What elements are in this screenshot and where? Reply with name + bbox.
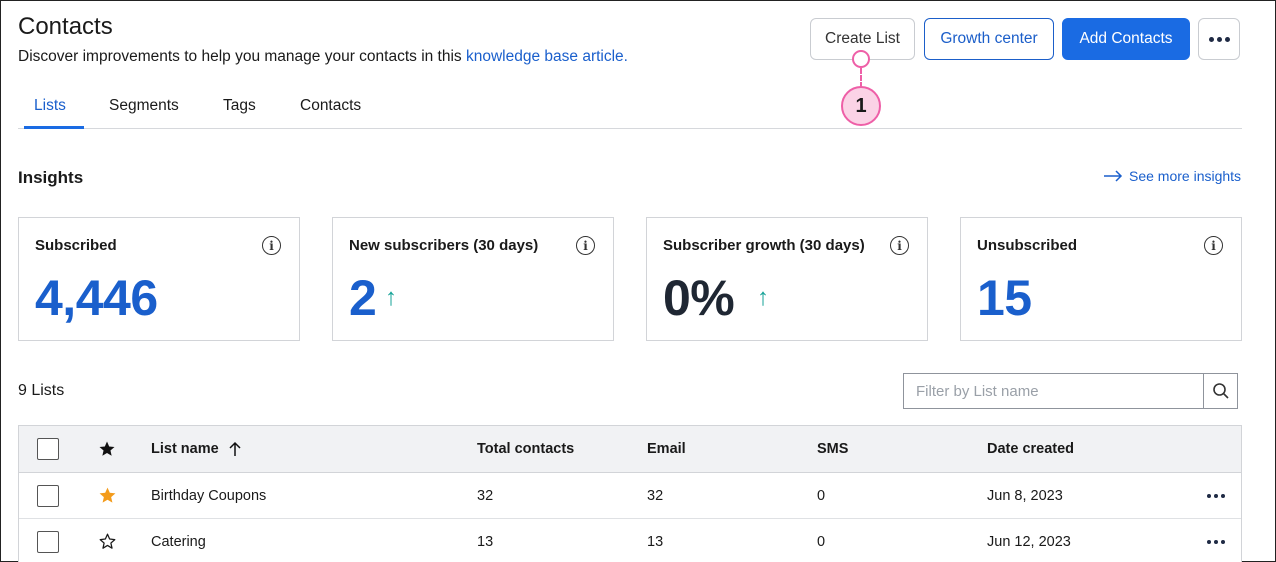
- more-actions-button[interactable]: [1198, 18, 1240, 60]
- search-icon: [1212, 383, 1229, 399]
- list-name[interactable]: Catering: [151, 519, 206, 562]
- table-row[interactable]: Birthday Coupons 32 32 0 Jun 8, 2023: [19, 473, 1241, 519]
- row-checkbox[interactable]: [37, 530, 59, 553]
- insight-value: 0%: [663, 270, 735, 326]
- column-list-name-label: List name: [151, 441, 219, 457]
- table-row[interactable]: Catering 13 13 0 Jun 12, 2023: [19, 519, 1241, 562]
- column-total-contacts[interactable]: Total contacts: [477, 426, 574, 472]
- tab-bar: Lists Segments Tags Contacts: [18, 85, 1242, 129]
- more-horizontal-icon: [1208, 36, 1230, 42]
- insights-title: Insights: [18, 168, 84, 187]
- star-outline-icon: [99, 533, 116, 549]
- arrow-right-icon: [1104, 170, 1123, 182]
- sort-ascending-icon: [229, 441, 241, 456]
- row-select-cell: [37, 473, 59, 518]
- add-contacts-button[interactable]: Add Contacts: [1062, 18, 1190, 60]
- insight-value: 4,446: [35, 270, 158, 326]
- star-filled-icon: [99, 441, 115, 456]
- select-all-cell: [37, 426, 59, 472]
- list-count: 9 Lists: [18, 382, 65, 399]
- favorite-column[interactable]: [98, 426, 116, 472]
- tab-tags[interactable]: Tags: [223, 97, 256, 115]
- select-all-checkbox[interactable]: [37, 438, 59, 460]
- row-actions-button[interactable]: [1207, 519, 1225, 562]
- info-icon[interactable]: i: [262, 236, 281, 255]
- info-icon[interactable]: i: [576, 236, 595, 255]
- email-count: 13: [647, 533, 664, 550]
- total-contacts: 13: [477, 533, 494, 550]
- insight-label: Subscriber growth (30 days): [663, 237, 865, 254]
- insight-label: Subscribed: [35, 237, 117, 254]
- row-actions-button[interactable]: [1207, 473, 1225, 518]
- list-filter: [903, 373, 1238, 409]
- see-more-insights-link[interactable]: See more insights: [1103, 168, 1241, 184]
- tab-segments[interactable]: Segments: [109, 97, 179, 115]
- column-sms[interactable]: SMS: [817, 426, 848, 472]
- subtitle-text: Discover improvements to help you manage…: [18, 48, 466, 65]
- insight-card-unsubscribed: Unsubscribed i 15: [960, 217, 1242, 341]
- date-created: Jun 8, 2023: [987, 487, 1063, 504]
- trend-up-icon: ↑: [757, 284, 769, 311]
- filter-input[interactable]: [904, 374, 1203, 408]
- list-name[interactable]: Birthday Coupons: [151, 473, 266, 518]
- insight-card-subscriber-growth: Subscriber growth (30 days) i 0% ↑: [646, 217, 928, 341]
- more-horizontal-icon: [1207, 539, 1225, 544]
- table-header: List name Total contacts Email SMS Date …: [19, 426, 1241, 473]
- see-more-insights-label: See more insights: [1129, 168, 1242, 184]
- favorite-toggle[interactable]: [98, 473, 117, 518]
- tab-contacts[interactable]: Contacts: [300, 97, 361, 115]
- insight-value: 2: [349, 270, 377, 326]
- date-created: Jun 12, 2023: [987, 533, 1071, 550]
- row-checkbox[interactable]: [37, 484, 59, 507]
- info-icon[interactable]: i: [890, 236, 909, 255]
- insight-label: Unsubscribed: [977, 237, 1078, 254]
- search-button[interactable]: [1203, 374, 1237, 408]
- sms-count: 0: [817, 487, 826, 504]
- column-email[interactable]: Email: [647, 426, 686, 472]
- more-horizontal-icon: [1207, 493, 1225, 498]
- lists-table: List name Total contacts Email SMS Date …: [18, 425, 1242, 562]
- insight-card-new-subscribers: New subscribers (30 days) i 2 ↑: [332, 217, 614, 341]
- growth-center-button[interactable]: Growth center: [924, 18, 1054, 60]
- info-icon[interactable]: i: [1204, 236, 1223, 255]
- email-count: 32: [647, 487, 664, 504]
- row-select-cell: [37, 519, 59, 562]
- app-frame: Contacts Discover improvements to help y…: [0, 0, 1276, 562]
- total-contacts: 32: [477, 487, 494, 504]
- trend-up-icon: ↑: [385, 284, 397, 311]
- callout-marker-ring: [852, 50, 870, 68]
- column-date-created[interactable]: Date created: [987, 426, 1074, 472]
- tab-lists[interactable]: Lists: [34, 97, 66, 115]
- insight-label: New subscribers (30 days): [349, 237, 539, 254]
- favorite-toggle[interactable]: [98, 519, 117, 562]
- page-title: Contacts: [18, 13, 113, 40]
- knowledge-base-link[interactable]: knowledge base article.: [466, 48, 628, 65]
- insight-value: 15: [977, 270, 1032, 326]
- column-list-name[interactable]: List name: [151, 426, 241, 472]
- star-filled-icon: [99, 487, 116, 503]
- active-tab-indicator: [24, 126, 84, 129]
- sms-count: 0: [817, 533, 826, 550]
- insight-card-subscribed: Subscribed i 4,446: [18, 217, 300, 341]
- page-subtitle: Discover improvements to help you manage…: [18, 48, 628, 66]
